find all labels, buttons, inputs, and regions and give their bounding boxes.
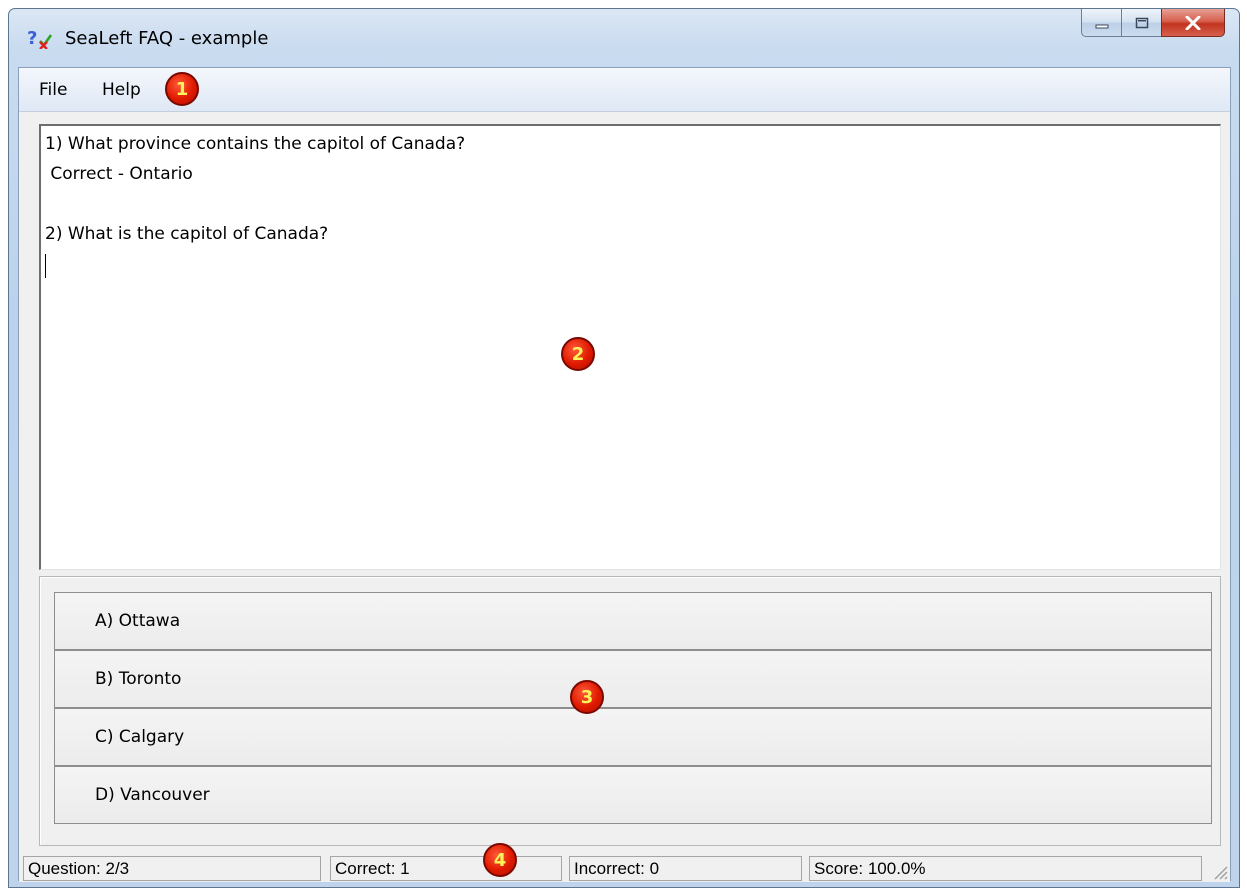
resize-grip-icon[interactable] [1210, 862, 1228, 880]
window-title: SeaLeft FAQ - example [65, 28, 269, 49]
svg-text:?: ? [27, 28, 37, 49]
maximize-button[interactable] [1121, 9, 1161, 37]
text-caret [45, 254, 46, 278]
status-question: Question: 2/3 [23, 856, 321, 881]
title-bar[interactable]: ? SeaLeft FAQ - example [9, 9, 1239, 67]
client-area: File Help 1 1) What province contains th… [18, 67, 1231, 882]
answer-c-button[interactable]: C) Calgary [54, 708, 1212, 766]
quiz-text-area[interactable]: 1) What province contains the capitol of… [39, 124, 1221, 570]
status-score: Score: 100.0% [809, 856, 1202, 881]
answer-b-button[interactable]: B) Toronto [54, 650, 1212, 708]
menu-bar: File Help 1 [19, 68, 1230, 112]
close-icon [1185, 15, 1201, 30]
app-icon: ? [27, 28, 53, 49]
status-incorrect: Incorrect: 0 [569, 856, 802, 881]
maximize-icon [1135, 17, 1148, 28]
callout-badge-1: 1 [165, 72, 199, 106]
status-bar: Question: 2/3 Correct: 1 Incorrect: 0 Sc… [19, 843, 1230, 882]
answer-a-button[interactable]: A) Ottawa [54, 592, 1212, 650]
callout-badge-4: 4 [483, 843, 517, 877]
callout-badge-2: 2 [561, 337, 595, 371]
status-correct: Correct: 1 [330, 856, 562, 881]
answer-feedback-line: Correct - Ontario [45, 164, 193, 184]
app-window: ? SeaLeft FAQ - example File Help 1 1) W… [8, 8, 1240, 888]
answer-d-button[interactable]: D) Vancouver [54, 766, 1212, 824]
question-1-line: 1) What province contains the capitol of… [45, 134, 466, 154]
answer-choices-group: A) Ottawa B) Toronto C) Calgary D) Vanco… [39, 576, 1221, 846]
question-2-line: 2) What is the capitol of Canada? [45, 224, 329, 244]
close-button[interactable] [1161, 9, 1225, 37]
minimize-button[interactable] [1081, 9, 1121, 37]
menu-file[interactable]: File [39, 80, 67, 100]
minimize-icon [1095, 24, 1108, 28]
callout-badge-3: 3 [570, 680, 604, 714]
menu-help[interactable]: Help [102, 80, 141, 100]
